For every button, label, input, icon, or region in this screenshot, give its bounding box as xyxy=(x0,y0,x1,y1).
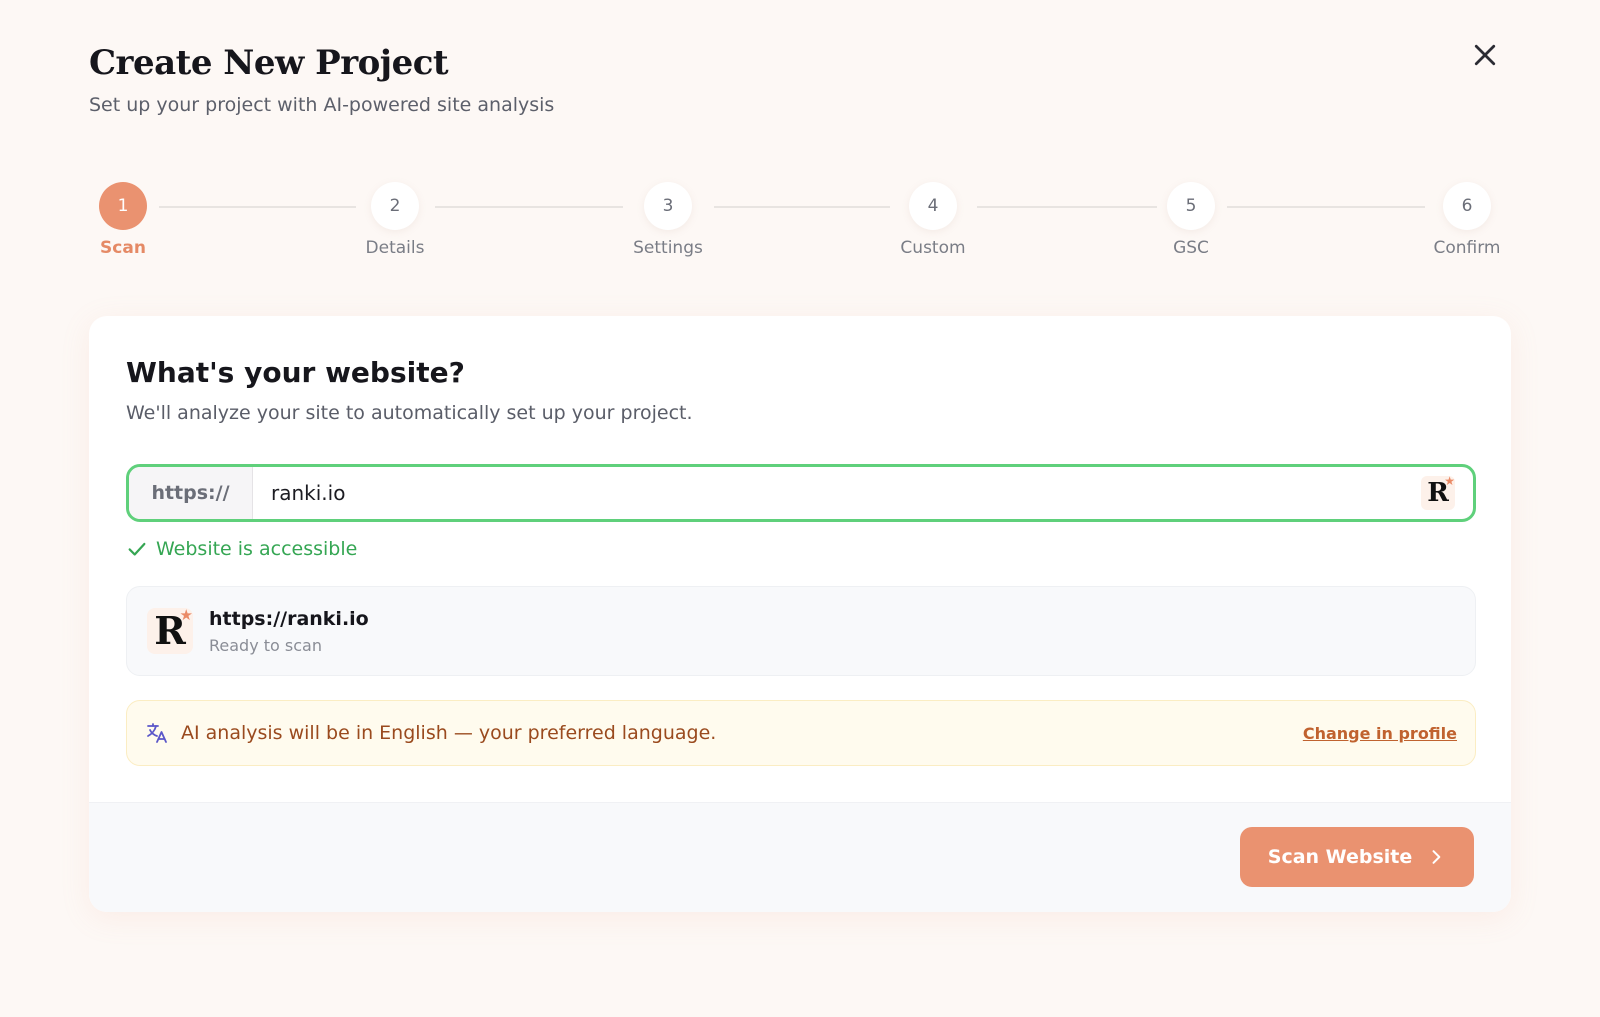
site-url: https://ranki.io xyxy=(209,607,369,630)
step-connector xyxy=(159,206,356,208)
close-button[interactable] xyxy=(1470,40,1500,70)
stepper: 1 Scan 2 Details 3 Settings 4 Custom 5 G… xyxy=(0,182,1600,272)
site-preview: R ★ https://ranki.io Ready to scan xyxy=(126,586,1476,676)
status-text: Website is accessible xyxy=(156,538,358,560)
website-url-input[interactable] xyxy=(253,467,1421,519)
step-custom[interactable]: 4 Custom xyxy=(873,182,993,258)
step-label: Details xyxy=(365,238,425,258)
scan-website-button[interactable]: Scan Website xyxy=(1240,827,1474,887)
step-number: 3 xyxy=(644,182,692,230)
step-scan[interactable]: 1 Scan xyxy=(63,182,183,258)
step-number: 5 xyxy=(1167,182,1215,230)
step-label: Custom xyxy=(900,238,966,258)
chevron-right-icon xyxy=(1432,850,1441,864)
card-footer: Scan Website xyxy=(89,802,1511,912)
star-icon: ★ xyxy=(179,606,193,624)
step-details[interactable]: 2 Details xyxy=(335,182,455,258)
step-connector xyxy=(977,206,1157,208)
step-label: Settings xyxy=(633,238,703,258)
step-number: 2 xyxy=(371,182,419,230)
step-gsc[interactable]: 5 GSC xyxy=(1131,182,1251,258)
page-title: Create New Project xyxy=(89,43,449,83)
step-number: 1 xyxy=(99,182,147,230)
site-info: https://ranki.io Ready to scan xyxy=(209,608,369,655)
website-url-field: https:// R ★ xyxy=(126,464,1476,522)
step-confirm[interactable]: 6 Confirm xyxy=(1407,182,1527,258)
star-icon: ★ xyxy=(1444,474,1455,488)
step-connector xyxy=(1227,206,1425,208)
step-number: 6 xyxy=(1443,182,1491,230)
scan-button-label: Scan Website xyxy=(1267,846,1413,868)
ranki-logo-icon: R ★ xyxy=(1421,474,1455,510)
language-notice-text: AI analysis will be in English — your pr… xyxy=(181,722,717,744)
language-notice: AI analysis will be in English — your pr… xyxy=(126,700,1476,766)
step-label: Confirm xyxy=(1433,238,1501,258)
translate-icon xyxy=(147,723,167,743)
step-connector xyxy=(714,206,890,208)
check-icon xyxy=(128,542,146,556)
website-card: What's your website? We'll analyze your … xyxy=(89,316,1511,912)
page-subtitle: Set up your project with AI-powered site… xyxy=(89,94,555,116)
site-status: Ready to scan xyxy=(209,635,322,655)
card-description: We'll analyze your site to automatically… xyxy=(126,402,693,424)
step-number: 4 xyxy=(909,182,957,230)
close-icon xyxy=(1474,44,1496,66)
header: Create New Project Set up your project w… xyxy=(89,40,554,116)
step-label: Scan xyxy=(100,238,146,258)
card-title: What's your website? xyxy=(126,356,465,389)
step-settings[interactable]: 3 Settings xyxy=(608,182,728,258)
step-label: GSC xyxy=(1173,238,1209,258)
change-in-profile-link[interactable]: Change in profile xyxy=(1303,724,1457,743)
accessibility-status: Website is accessible xyxy=(126,538,357,560)
url-prefix: https:// xyxy=(129,467,253,519)
step-connector xyxy=(435,206,623,208)
ranki-logo-icon: R ★ xyxy=(147,606,193,654)
